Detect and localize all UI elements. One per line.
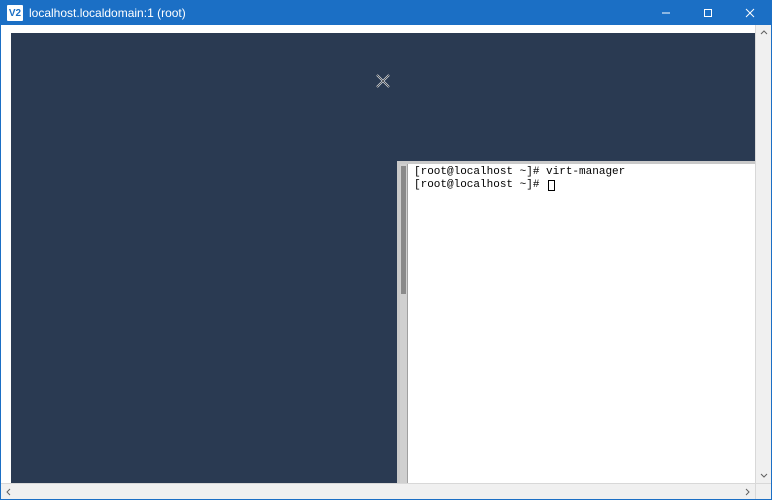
scroll-up-button[interactable] (756, 25, 771, 41)
terminal-body[interactable]: [root@localhost ~]# virt-manager [root@l… (400, 164, 755, 483)
prompt-2: [root@localhost ~]# (414, 179, 546, 191)
maximize-icon (703, 8, 713, 18)
close-icon (745, 8, 755, 18)
chevron-left-icon (5, 488, 13, 496)
prompt-1: [root@localhost ~]# (414, 166, 546, 178)
horizontal-scrollbar[interactable] (1, 483, 755, 499)
minimize-button[interactable] (645, 1, 687, 25)
scroll-right-button[interactable] (739, 484, 755, 500)
maximize-button[interactable] (687, 1, 729, 25)
titlebar[interactable]: V2 localhost.localdomain:1 (root) (1, 1, 771, 25)
command-1: virt-manager (546, 166, 625, 178)
client-area: [root@localhost ~]# virt-manager [root@l… (1, 25, 771, 483)
window-title: localhost.localdomain:1 (root) (29, 6, 186, 20)
terminal-cursor (548, 180, 555, 191)
vertical-scrollbar[interactable] (755, 25, 771, 483)
chevron-right-icon (743, 488, 751, 496)
chevron-down-icon (760, 471, 768, 479)
close-button[interactable] (729, 1, 771, 25)
remote-desktop-viewport[interactable]: [root@localhost ~]# virt-manager [root@l… (1, 25, 755, 483)
scroll-left-button[interactable] (1, 484, 17, 500)
remote-desktop[interactable]: [root@localhost ~]# virt-manager [root@l… (11, 33, 755, 483)
terminal-window[interactable]: [root@localhost ~]# virt-manager [root@l… (397, 161, 755, 483)
terminal-content: [root@localhost ~]# virt-manager [root@l… (414, 166, 751, 192)
app-icon: V2 (7, 5, 23, 21)
terminal-scrollbar[interactable] (400, 164, 408, 483)
bottom-scroll-row (1, 483, 771, 499)
x-cursor-icon (375, 73, 391, 94)
chevron-up-icon (760, 29, 768, 37)
minimize-icon (661, 8, 671, 18)
scroll-down-button[interactable] (756, 467, 771, 483)
vnc-window: V2 localhost.localdomain:1 (root) (0, 0, 772, 500)
scrollbar-corner (755, 483, 771, 499)
